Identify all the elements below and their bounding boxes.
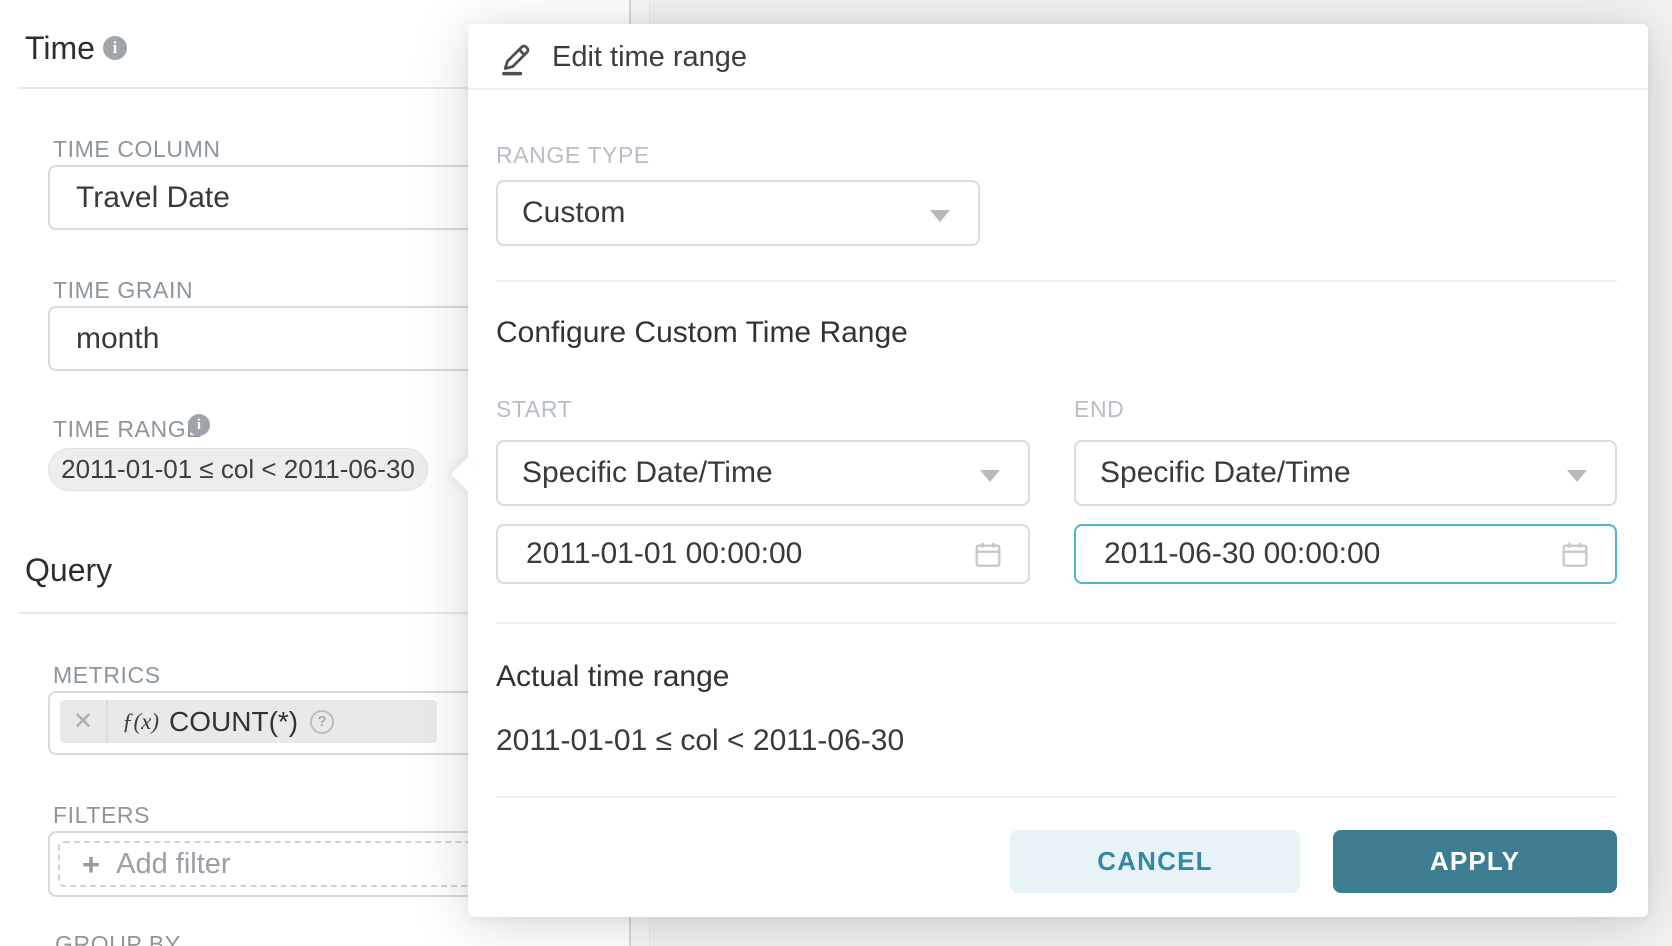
query-section-title: Query <box>25 552 112 589</box>
time-column-value: Travel Date <box>76 181 230 214</box>
edit-pencil-icon <box>496 36 538 78</box>
explore-page: Time i TIME COLUMN Travel Date TIME GRAI… <box>0 0 1672 946</box>
calendar-icon[interactable] <box>972 539 1004 571</box>
range-type-select[interactable]: Custom <box>496 180 980 246</box>
time-grain-label: TIME GRAIN <box>53 277 193 304</box>
end-datetime-input[interactable]: 2011-06-30 00:00:00 <box>1074 524 1617 584</box>
edit-time-range-popover: Edit time range RANGE TYPE Custom Config… <box>468 24 1648 917</box>
filters-label: FILTERS <box>53 802 150 829</box>
chip-divider <box>106 700 108 743</box>
end-mode-select[interactable]: Specific Date/Time <box>1074 440 1617 506</box>
metrics-label: METRICS <box>53 662 161 689</box>
time-section-title: Time <box>25 30 95 67</box>
time-grain-value: month <box>76 322 159 355</box>
start-mode-select[interactable]: Specific Date/Time <box>496 440 1030 506</box>
time-column-label: TIME COLUMN <box>53 136 221 163</box>
end-mode-value: Specific Date/Time <box>1100 456 1351 489</box>
range-type-label: RANGE TYPE <box>496 142 650 169</box>
start-datetime-input[interactable]: 2011-01-01 00:00:00 <box>496 524 1030 584</box>
popover-header: Edit time range <box>468 24 1648 90</box>
start-label: START <box>496 396 572 423</box>
function-icon: ƒ(x) <box>122 709 159 735</box>
start-datetime-value: 2011-01-01 00:00:00 <box>526 537 802 570</box>
divider <box>496 796 1617 798</box>
add-filter-label: Add filter <box>116 848 230 881</box>
configure-heading: Configure Custom Time Range <box>496 316 908 350</box>
range-type-value: Custom <box>522 196 625 229</box>
chevron-down-icon <box>980 470 1000 482</box>
metric-chip[interactable]: ✕ ƒ(x) COUNT(*) ? <box>60 700 437 743</box>
info-icon[interactable]: i <box>188 414 210 436</box>
plus-icon: + <box>82 849 100 880</box>
help-icon[interactable]: ? <box>310 710 334 734</box>
divider <box>496 280 1617 282</box>
chevron-down-icon <box>1567 470 1587 482</box>
close-icon[interactable]: ✕ <box>60 707 106 736</box>
end-datetime-value: 2011-06-30 00:00:00 <box>1104 537 1380 570</box>
actual-range-heading: Actual time range <box>496 660 729 694</box>
time-range-label: TIME RANGE <box>53 416 202 443</box>
cancel-button[interactable]: CANCEL <box>1010 830 1300 893</box>
divider <box>496 622 1617 624</box>
time-range-pill[interactable]: 2011-01-01 ≤ col < 2011-06-30 <box>48 448 428 491</box>
end-label: END <box>1074 396 1124 423</box>
actual-range-value: 2011-01-01 ≤ col < 2011-06-30 <box>496 724 904 758</box>
chevron-down-icon <box>930 210 950 222</box>
apply-button[interactable]: APPLY <box>1333 830 1617 893</box>
metric-name: COUNT(*) <box>169 706 298 738</box>
start-mode-value: Specific Date/Time <box>522 456 773 489</box>
info-icon[interactable]: i <box>103 36 127 60</box>
group-by-label: GROUP BY <box>55 931 181 946</box>
calendar-icon[interactable] <box>1559 539 1591 571</box>
popover-title: Edit time range <box>552 24 747 90</box>
